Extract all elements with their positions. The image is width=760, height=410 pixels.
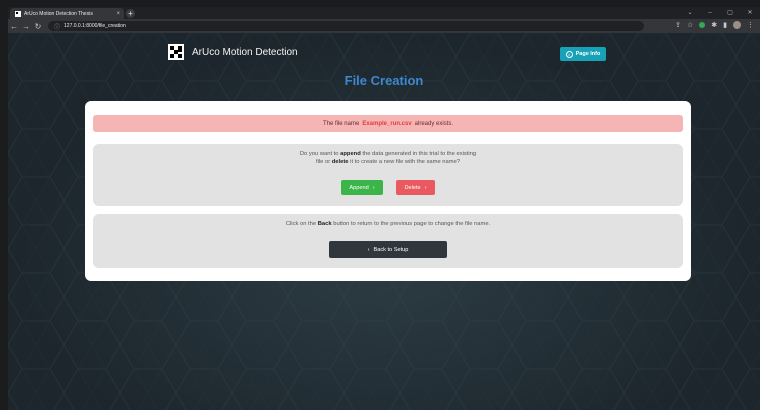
tab-title: ArUco Motion Detection Thesis (24, 10, 93, 17)
chevron-right-icon: › (424, 184, 427, 191)
reload-icon[interactable]: ↻ (32, 22, 44, 31)
instruction-text: Click on the (285, 221, 317, 227)
address-bar[interactable]: ⓘ 127.0.0.1:8000/file_creation (48, 21, 644, 31)
question-text: Do you want to (299, 151, 339, 157)
back-arrow-icon[interactable]: ← (8, 22, 20, 31)
question-keyword-delete: delete (331, 159, 349, 165)
chevron-right-icon: › (372, 184, 375, 191)
close-window-icon[interactable]: ✕ (740, 7, 760, 19)
maximize-icon[interactable]: ▢ (720, 7, 740, 19)
extensions-puzzle-icon[interactable]: ✱ (711, 21, 717, 29)
url-text: 127.0.0.1:8000/file_creation (64, 23, 126, 29)
delete-button[interactable]: Delete › (396, 180, 435, 195)
info-icon: i (565, 50, 573, 58)
back-to-setup-label: Back to Setup (373, 246, 409, 253)
page-info-button[interactable]: i Page Info (560, 47, 606, 61)
file-exists-alert: The file name Example_run.csv already ex… (93, 115, 683, 132)
back-to-setup-button[interactable]: ‹ Back to Setup (329, 241, 447, 258)
page-title: File Creation (344, 73, 424, 88)
forward-arrow-icon[interactable]: → (20, 22, 32, 31)
append-delete-panel: Do you want to append the data generated… (93, 144, 683, 206)
browser-tab[interactable]: ArUco Motion Detection Thesis × (10, 8, 124, 19)
menu-kebab-icon[interactable]: ⋮ (747, 21, 754, 29)
back-panel: Click on the Back button to return to th… (93, 214, 683, 268)
append-button[interactable]: Append › (341, 180, 383, 195)
alert-prefix: The file name (322, 120, 360, 127)
alert-filename: Example_run.csv (362, 120, 412, 127)
chevron-left-icon: ‹ (367, 246, 370, 253)
window-controls: ⌄ – ▢ ✕ (680, 7, 760, 19)
alert-suffix: already exists. (414, 120, 454, 127)
close-tab-icon[interactable]: × (116, 11, 120, 17)
toolbar-icons: ⇪ ☆ ✱ ▮ ⋮ (675, 21, 754, 29)
brand[interactable]: ArUco Motion Detection (168, 44, 298, 60)
back-instruction: Click on the Back button to return to th… (93, 220, 683, 228)
page-info-label: Page Info (575, 51, 601, 57)
browser-window: ArUco Motion Detection Thesis × + ⌄ – ▢ … (8, 7, 760, 410)
tab-favicon-icon (15, 10, 21, 17)
instruction-text: button to return to the previous page to… (333, 221, 491, 227)
brand-name: ArUco Motion Detection (192, 46, 298, 58)
bookmark-star-icon[interactable]: ☆ (687, 21, 693, 29)
aruco-logo-icon (168, 44, 184, 60)
question-text: the data generated in this trial to the … (362, 151, 477, 157)
share-icon[interactable]: ⇪ (675, 21, 681, 29)
tab-search-icon[interactable]: ⌄ (680, 7, 700, 19)
delete-label: Delete (404, 184, 421, 191)
question-text: file or (315, 159, 331, 165)
browser-toolbar: ← → ↻ ⓘ 127.0.0.1:8000/file_creation ⇪ ☆… (8, 19, 760, 33)
tab-strip: ArUco Motion Detection Thesis × + ⌄ – ▢ … (8, 7, 760, 19)
file-creation-card: The file name Example_run.csv already ex… (85, 101, 691, 281)
append-label: Append (349, 184, 369, 191)
page-content: ArUco Motion Detection i Page Info File … (8, 33, 760, 410)
new-tab-button[interactable]: + (126, 9, 135, 18)
instruction-keyword-back: Back (317, 221, 332, 227)
profile-avatar[interactable] (733, 21, 741, 29)
minimize-icon[interactable]: – (700, 7, 720, 19)
question-keyword-append: append (340, 151, 361, 157)
side-panel-icon[interactable]: ▮ (723, 21, 727, 29)
question-text: it to create a new file with the same na… (350, 159, 461, 165)
site-info-icon[interactable]: ⓘ (54, 22, 60, 31)
append-delete-question: Do you want to append the data generated… (93, 150, 683, 166)
extension-icon[interactable] (699, 22, 706, 28)
